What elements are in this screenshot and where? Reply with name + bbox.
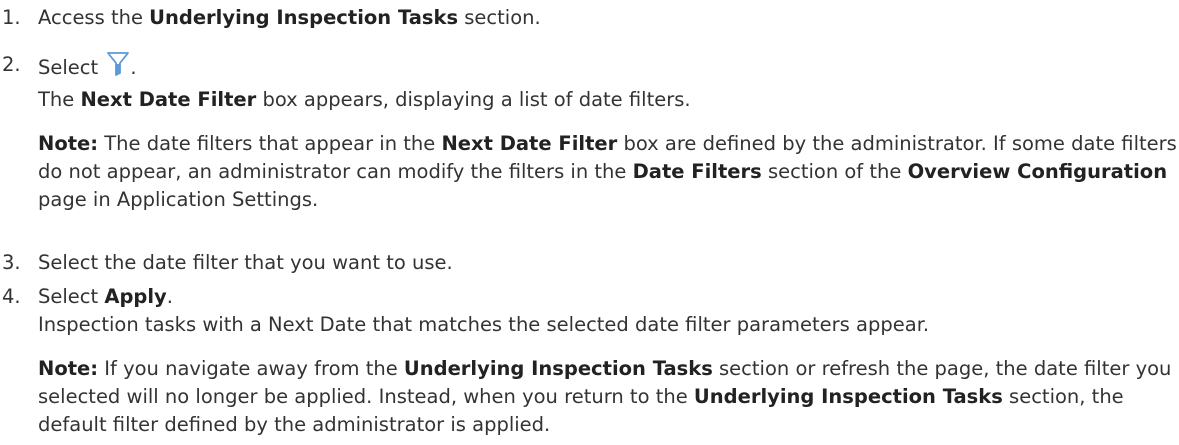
note-label: Note: [38,132,99,155]
apply-label: Apply [104,285,167,308]
step-1: 1. Access the Underlying Inspection Task… [2,4,1179,32]
step-number: 4. [2,285,21,308]
step-result: Inspection tasks with a Next Date that m… [38,313,930,336]
step-number: 3. [2,251,21,274]
note: Note: If you navigate away from the Unde… [38,357,1172,436]
step-number: 1. [2,6,21,29]
step-text: Select Apply. [38,285,173,308]
step-text: Access the Underlying Inspection Tasks s… [38,6,541,29]
step-result: The Next Date Filter box appears, displa… [38,88,691,111]
section-name: Underlying Inspection Tasks [149,6,459,29]
note: Note: The date filters that appear in th… [38,132,1177,211]
step-3: 3. Select the date filter that you want … [2,249,1179,277]
step-2: 2. Select . The Next Date Filter box app… [2,51,1178,214]
step-text: Select . [38,52,137,79]
filter-funnel-icon [106,51,130,77]
step-number: 2. [2,53,21,76]
step-4: 4. Select Apply. Inspection tasks with a… [2,283,1178,439]
note-label: Note: [38,357,99,380]
step-text: Select the date filter that you want to … [38,251,453,274]
